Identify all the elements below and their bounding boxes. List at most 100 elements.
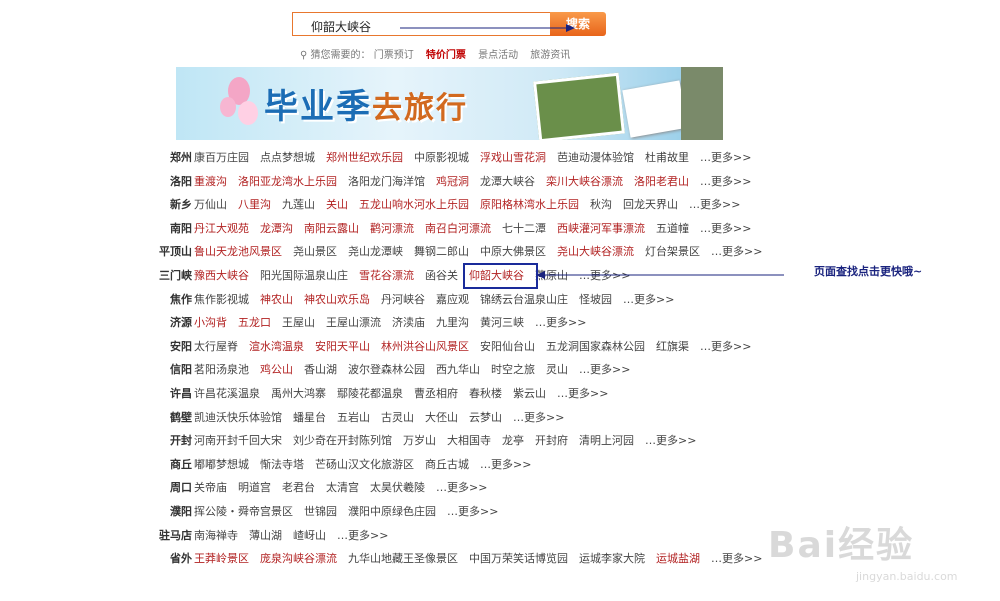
attraction-link[interactable]: 九里沟 xyxy=(436,316,469,329)
city-label[interactable]: 信阳 xyxy=(150,358,192,381)
attraction-link[interactable]: 洛阳龙门海洋馆 xyxy=(348,175,425,188)
attraction-link[interactable]: 焦作影视城 xyxy=(194,293,249,306)
attraction-link[interactable]: 西九华山 xyxy=(436,363,480,376)
attraction-link[interactable]: 许昌花溪温泉 xyxy=(194,387,260,400)
attraction-link[interactable]: 嘟嘟梦想城 xyxy=(194,458,249,471)
attraction-link[interactable]: 关帝庙 xyxy=(194,481,227,494)
attraction-link[interactable]: 万岁山 xyxy=(403,434,436,447)
city-label[interactable]: 许昌 xyxy=(150,382,192,405)
more-link[interactable]: …更多>> xyxy=(689,198,740,211)
more-link[interactable]: …更多>> xyxy=(513,411,564,424)
more-link[interactable]: …更多>> xyxy=(447,505,498,518)
attraction-link[interactable]: 渲水湾温泉 xyxy=(249,340,304,353)
attraction-link[interactable]: 尧山龙潭峡 xyxy=(348,245,403,258)
attraction-link[interactable]: 康百万庄园 xyxy=(194,151,249,164)
attraction-link[interactable]: 大伾山 xyxy=(425,411,458,424)
attraction-link[interactable]: 嵖岈山 xyxy=(293,529,326,542)
more-link[interactable]: …更多>> xyxy=(711,245,762,258)
attraction-link[interactable]: 明道宫 xyxy=(238,481,271,494)
more-link[interactable]: …更多>> xyxy=(700,222,751,235)
attraction-link[interactable]: 安阳仙台山 xyxy=(480,340,535,353)
attraction-link[interactable]: 太行屋脊 xyxy=(194,340,238,353)
attraction-link[interactable]: 古灵山 xyxy=(381,411,414,424)
city-label[interactable]: 郑州 xyxy=(150,146,192,169)
attraction-link[interactable]: 波尔登森林公园 xyxy=(348,363,425,376)
city-label[interactable]: 周口 xyxy=(150,476,192,499)
attraction-link[interactable]: 点点梦想城 xyxy=(260,151,315,164)
attraction-link[interactable]: 神农山欢乐岛 xyxy=(304,293,370,306)
attraction-link[interactable]: 林州洪谷山风景区 xyxy=(381,340,469,353)
city-label[interactable]: 三门峡 xyxy=(150,264,192,287)
attraction-link[interactable]: 运城李家大院 xyxy=(579,552,645,565)
attraction-link[interactable]: 阳光国际温泉山庄 xyxy=(260,269,348,282)
attraction-link[interactable]: 南海禅寺 xyxy=(194,529,238,542)
attraction-link[interactable]: 太清宫 xyxy=(326,481,359,494)
attraction-link[interactable]: 芭迪动漫体验馆 xyxy=(557,151,634,164)
attraction-link[interactable]: 重渡沟 xyxy=(194,175,227,188)
attraction-link[interactable]: 万仙山 xyxy=(194,198,227,211)
attraction-link[interactable]: 函谷关 xyxy=(425,269,458,282)
attraction-link[interactable]: 豫西大峡谷 xyxy=(194,269,249,282)
city-label[interactable]: 济源 xyxy=(150,311,192,334)
city-label[interactable]: 商丘 xyxy=(150,453,192,476)
attraction-link[interactable]: 鲁山天龙池风景区 xyxy=(194,245,282,258)
attraction-link[interactable]: 惭法寺塔 xyxy=(260,458,304,471)
more-link[interactable]: …更多>> xyxy=(535,316,586,329)
attraction-link[interactable]: 洛阳老君山 xyxy=(634,175,689,188)
attraction-link[interactable]: 龙亭 xyxy=(502,434,524,447)
attraction-link[interactable]: 神农山 xyxy=(260,293,293,306)
attraction-link[interactable]: 中原影视城 xyxy=(414,151,469,164)
attraction-link[interactable]: 中原大佛景区 xyxy=(480,245,546,258)
attraction-link[interactable]: 鸡公山 xyxy=(260,363,293,376)
more-link[interactable]: …更多>> xyxy=(700,340,751,353)
attraction-link[interactable]: 五岩山 xyxy=(337,411,370,424)
attraction-link[interactable]: 西峡灌河军事漂流 xyxy=(557,222,645,235)
city-label[interactable]: 焦作 xyxy=(150,288,192,311)
city-label[interactable]: 开封 xyxy=(150,429,192,452)
attraction-link[interactable]: 紫云山 xyxy=(513,387,546,400)
attraction-link[interactable]: 运城盐湖 xyxy=(656,552,700,565)
attraction-link[interactable]: 薄山湖 xyxy=(249,529,282,542)
attraction-link[interactable]: 中国万荣笑话博览园 xyxy=(469,552,568,565)
attraction-link[interactable]: 尧山景区 xyxy=(293,245,337,258)
city-label[interactable]: 鹤壁 xyxy=(150,406,192,429)
attraction-link[interactable]: 浮戏山雪花洞 xyxy=(480,151,546,164)
attraction-link[interactable]: 云梦山 xyxy=(469,411,502,424)
attraction-link[interactable]: 世锦园 xyxy=(304,505,337,518)
attraction-link[interactable]: 怪坡园 xyxy=(579,293,612,306)
more-link[interactable]: …更多>> xyxy=(557,387,608,400)
attraction-link[interactable]: 八里沟 xyxy=(238,198,271,211)
attraction-link[interactable]: 九莲山 xyxy=(282,198,315,211)
more-link[interactable]: …更多>> xyxy=(480,458,531,471)
hint-link-news[interactable]: 旅游资讯 xyxy=(530,50,570,61)
attraction-link[interactable]: 杜甫故里 xyxy=(645,151,689,164)
attraction-link[interactable]: 时空之旅 xyxy=(491,363,535,376)
more-link[interactable]: …更多>> xyxy=(436,481,487,494)
attraction-link[interactable]: 雪花谷漂流 xyxy=(359,269,414,282)
more-link[interactable]: …更多>> xyxy=(700,151,751,164)
attraction-link[interactable]: 小沟背 xyxy=(194,316,227,329)
more-link[interactable]: …更多>> xyxy=(623,293,674,306)
city-label[interactable]: 驻马店 xyxy=(150,524,192,547)
attraction-link[interactable]: 五龙洞国家森林公园 xyxy=(546,340,645,353)
attraction-link[interactable]: 太昊伏羲陵 xyxy=(370,481,425,494)
city-label[interactable]: 新乡 xyxy=(150,193,192,216)
attraction-link[interactable]: 曹丞相府 xyxy=(414,387,458,400)
city-label[interactable]: 洛阳 xyxy=(150,170,192,193)
more-link[interactable]: …更多>> xyxy=(700,175,751,188)
attraction-link[interactable]: 灯台架景区 xyxy=(645,245,700,258)
more-link[interactable]: …更多>> xyxy=(579,363,630,376)
attraction-link[interactable]: 洛阳亚龙湾水上乐园 xyxy=(238,175,337,188)
city-label[interactable]: 南阳 xyxy=(150,217,192,240)
city-label[interactable]: 平顶山 xyxy=(150,240,192,263)
attraction-link[interactable]: 五龙山响水河水上乐园 xyxy=(359,198,469,211)
attraction-link[interactable]: 丹河峡谷 xyxy=(381,293,425,306)
attraction-link[interactable]: 原阳格林湾水上乐园 xyxy=(480,198,579,211)
attraction-link[interactable]: 南召白河漂流 xyxy=(425,222,491,235)
attraction-link[interactable]: 清明上河园 xyxy=(579,434,634,447)
promo-banner[interactable]: 毕业季去旅行 xyxy=(176,67,723,140)
attraction-link[interactable]: 挥公陵・舜帝宫景区 xyxy=(194,505,293,518)
attraction-link[interactable]: 王屋山 xyxy=(282,316,315,329)
attraction-link[interactable]: 开封府 xyxy=(535,434,568,447)
city-label[interactable]: 濮阳 xyxy=(150,500,192,523)
